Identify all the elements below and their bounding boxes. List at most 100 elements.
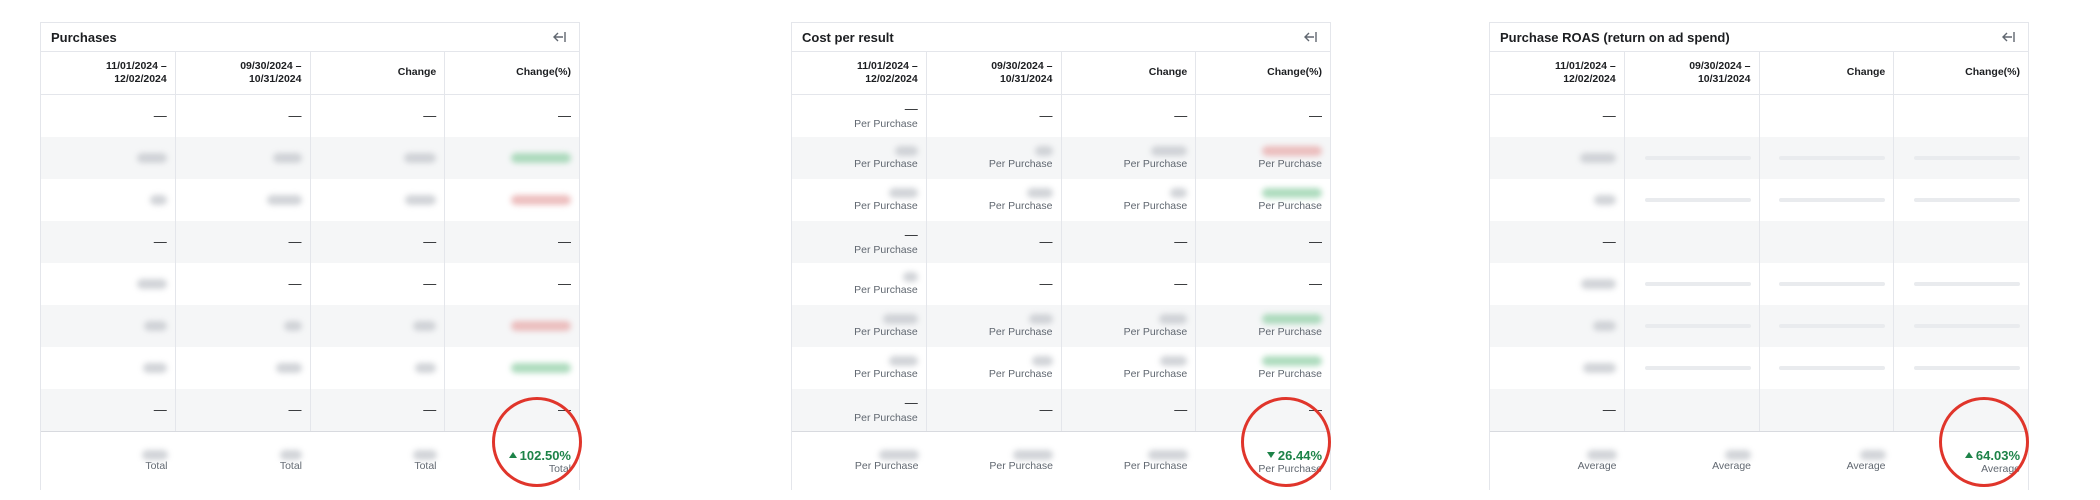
empty-value-dash: — [905, 396, 918, 410]
table-cell: Per Purchase [1061, 305, 1196, 347]
collapse-left-icon[interactable] [1302, 28, 1320, 46]
table-cell [1759, 263, 1894, 305]
faint-placeholder [1779, 282, 1885, 286]
table-cell: — [1490, 221, 1624, 263]
obscured-value [413, 321, 436, 331]
table-cell [1759, 221, 1894, 263]
empty-value-dash: — [1040, 277, 1053, 291]
table-cell [41, 347, 175, 389]
table-row: Per Purchase Per Purchase Per Purchase Per … [792, 179, 1330, 221]
table-cell [1759, 389, 1894, 431]
empty-value-dash: — [289, 109, 302, 123]
obscured-value [1262, 146, 1322, 156]
table-cell: — [41, 95, 175, 137]
column-header-change[interactable]: Change [310, 52, 445, 94]
table-cell [1624, 263, 1759, 305]
faint-placeholder [1914, 282, 2020, 286]
empty-value-dash: — [1174, 235, 1187, 249]
total-cell: Per Purchase [927, 432, 1062, 490]
table-row: — [1490, 95, 2028, 137]
panel-title: Purchase ROAS (return on ad spend) [1500, 30, 1730, 45]
table-row: — — — — [41, 221, 579, 263]
table-cell [1490, 305, 1624, 347]
table-cell [1624, 389, 1759, 431]
table-cell: Per Purchase [792, 263, 926, 305]
total-label: Average [1712, 460, 1751, 472]
empty-value-dash: — [558, 235, 571, 249]
empty-value-dash: — [289, 277, 302, 291]
faint-placeholder [1779, 324, 1885, 328]
table-cell [1893, 305, 2028, 347]
table-row: — — — — [41, 95, 579, 137]
table-cell: Per Purchase [792, 347, 926, 389]
column-header-change-pct[interactable]: Change(%) [444, 52, 579, 94]
column-header-previous-range[interactable]: 09/30/2024 – 10/31/2024 [175, 52, 310, 94]
table-cell: — [926, 221, 1061, 263]
total-label: Average [1578, 460, 1617, 472]
obscured-value [1262, 356, 1322, 366]
table-row [1490, 347, 2028, 389]
empty-value-dash: — [1174, 403, 1187, 417]
table-cell [1490, 179, 1624, 221]
unit-label: Per Purchase [989, 158, 1053, 170]
empty-value-dash: — [1603, 235, 1616, 249]
table-cell [1624, 95, 1759, 137]
highlight-circle [1939, 397, 2029, 487]
table-cell: — [444, 221, 579, 263]
column-header-change[interactable]: Change [1759, 52, 1894, 94]
table-cell [444, 305, 579, 347]
table-cell: — [175, 389, 310, 431]
column-header-previous-range[interactable]: 09/30/2024 – 10/31/2024 [926, 52, 1061, 94]
empty-value-dash: — [905, 102, 918, 116]
column-header-previous-range[interactable]: 09/30/2024 – 10/31/2024 [1624, 52, 1759, 94]
obscured-value [1151, 146, 1187, 156]
unit-label: Per Purchase [1124, 368, 1188, 380]
total-label: Average [1847, 460, 1886, 472]
unit-label: Per Purchase [989, 200, 1053, 212]
table-cell [444, 137, 579, 179]
total-cell: Average [1490, 432, 1625, 490]
obscured-value [883, 314, 918, 324]
table-cell: Per Purchase [1195, 305, 1330, 347]
collapse-left-icon[interactable] [2000, 28, 2018, 46]
table-cell [1490, 347, 1624, 389]
obscured-value [889, 356, 918, 366]
table-cell [310, 137, 445, 179]
faint-placeholder [1645, 282, 1751, 286]
table-cell: Per Purchase [1061, 347, 1196, 389]
collapse-left-icon[interactable] [551, 28, 569, 46]
table-cell: — Per Purchase [792, 95, 926, 137]
column-header-change-pct[interactable]: Change(%) [1893, 52, 2028, 94]
empty-value-dash: — [423, 277, 436, 291]
obscured-value [1594, 195, 1616, 205]
column-header-change[interactable]: Change [1061, 52, 1196, 94]
column-header-current-range[interactable]: 11/01/2024 – 12/02/2024 [1490, 52, 1624, 94]
total-label: Per Purchase [1124, 460, 1188, 472]
table-cell [41, 179, 175, 221]
total-label: Per Purchase [855, 460, 919, 472]
table-cell: — [1061, 221, 1196, 263]
unit-label: Per Purchase [989, 368, 1053, 380]
obscured-value [276, 363, 302, 373]
column-header-change-pct[interactable]: Change(%) [1195, 52, 1330, 94]
obscured-value [1593, 321, 1616, 331]
obscured-value [405, 195, 436, 205]
total-label: Total [280, 460, 302, 472]
unit-label: Per Purchase [854, 412, 918, 424]
table-cell [1893, 221, 2028, 263]
obscured-value [404, 153, 436, 163]
table-cell [1624, 179, 1759, 221]
obscured-value [1581, 279, 1616, 289]
column-header-current-range[interactable]: 11/01/2024 – 12/02/2024 [41, 52, 175, 94]
table-cell [175, 137, 310, 179]
obscured-value [903, 272, 918, 282]
table-cell: — [41, 221, 175, 263]
obscured-value [1029, 314, 1053, 324]
unit-label: Per Purchase [1124, 200, 1188, 212]
table-cell [1624, 221, 1759, 263]
column-header-current-range[interactable]: 11/01/2024 – 12/02/2024 [792, 52, 926, 94]
panel-header: Purchase ROAS (return on ad spend) [1490, 23, 2028, 52]
obscured-value [1580, 153, 1616, 163]
faint-placeholder [1779, 198, 1885, 202]
obscured-value [1262, 314, 1322, 324]
